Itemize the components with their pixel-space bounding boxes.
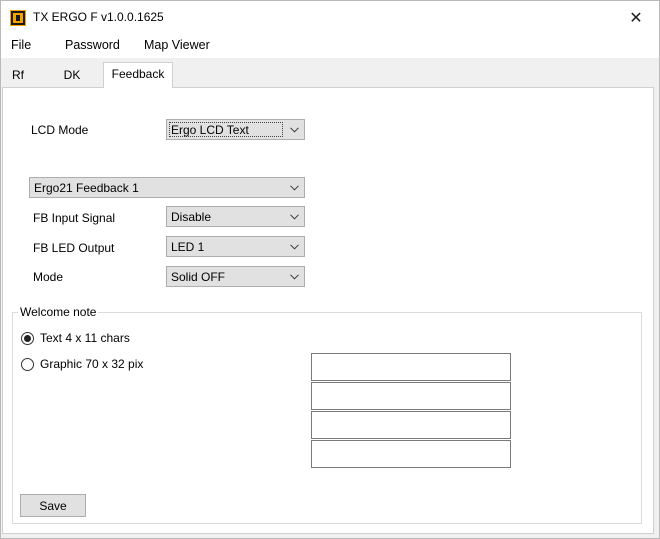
chevron-down-icon: [287, 121, 301, 138]
tab-rf[interactable]: Rf: [5, 66, 31, 86]
menu-map-viewer[interactable]: Map Viewer: [144, 38, 210, 52]
radio-selected-dot: [24, 335, 31, 342]
window-title: TX ERGO F v1.0.0.1625: [33, 10, 164, 24]
title-bar: TX ERGO F v1.0.0.1625 ✕: [1, 1, 659, 34]
mode-select[interactable]: Solid OFF: [166, 266, 305, 287]
welcome-line-2-input[interactable]: [311, 382, 511, 410]
chevron-down-icon: [287, 208, 301, 225]
fb-input-signal-label: FB Input Signal: [33, 211, 116, 225]
chevron-down-icon: [287, 179, 301, 196]
radio-text-option[interactable]: [21, 332, 34, 345]
app-window: TX ERGO F v1.0.0.1625 ✕ File Password Ma…: [0, 0, 660, 539]
mode-value: Solid OFF: [171, 270, 226, 284]
lcd-mode-select[interactable]: Ergo LCD Text: [166, 119, 305, 140]
welcome-line-3-input[interactable]: [311, 411, 511, 439]
menu-bar: File Password Map Viewer: [1, 34, 659, 58]
feedback-channel-select[interactable]: Ergo21 Feedback 1: [29, 177, 305, 198]
lcd-mode-value: Ergo LCD Text: [171, 123, 249, 137]
fb-led-output-select[interactable]: LED 1: [166, 236, 305, 257]
mode-label: Mode: [33, 270, 64, 284]
welcome-note-title: Welcome note: [18, 305, 99, 319]
welcome-line-4-input[interactable]: [311, 440, 511, 468]
fb-led-output-value: LED 1: [171, 240, 205, 254]
feedback-channel-value: Ergo21 Feedback 1: [34, 181, 139, 195]
welcome-note-group: Welcome note Text 4 x 11 chars Graphic 7…: [12, 305, 642, 524]
close-button[interactable]: ✕: [613, 1, 659, 34]
radio-text-label: Text 4 x 11 chars: [40, 331, 130, 345]
tab-feedback[interactable]: Feedback: [103, 62, 173, 88]
app-logo-icon: [10, 10, 26, 26]
tab-dk[interactable]: DK: [55, 66, 89, 86]
welcome-line-1-input[interactable]: [311, 353, 511, 381]
menu-password[interactable]: Password: [65, 38, 120, 52]
save-button[interactable]: Save: [20, 494, 86, 517]
close-icon: ✕: [629, 9, 643, 27]
feedback-panel: LCD Mode Ergo LCD Text Ergo21 Feedback 1…: [2, 87, 654, 534]
radio-graphic-option[interactable]: [21, 358, 34, 371]
tab-strip: Rf DK Feedback: [1, 61, 659, 88]
fb-led-output-label: FB LED Output: [33, 241, 115, 255]
lcd-mode-label: LCD Mode: [31, 123, 89, 137]
fb-input-signal-select[interactable]: Disable: [166, 206, 305, 227]
chevron-down-icon: [287, 238, 301, 255]
menu-file[interactable]: File: [11, 38, 31, 52]
radio-graphic-label: Graphic 70 x 32 pix: [40, 357, 144, 371]
chevron-down-icon: [287, 268, 301, 285]
fb-input-signal-value: Disable: [171, 210, 212, 224]
